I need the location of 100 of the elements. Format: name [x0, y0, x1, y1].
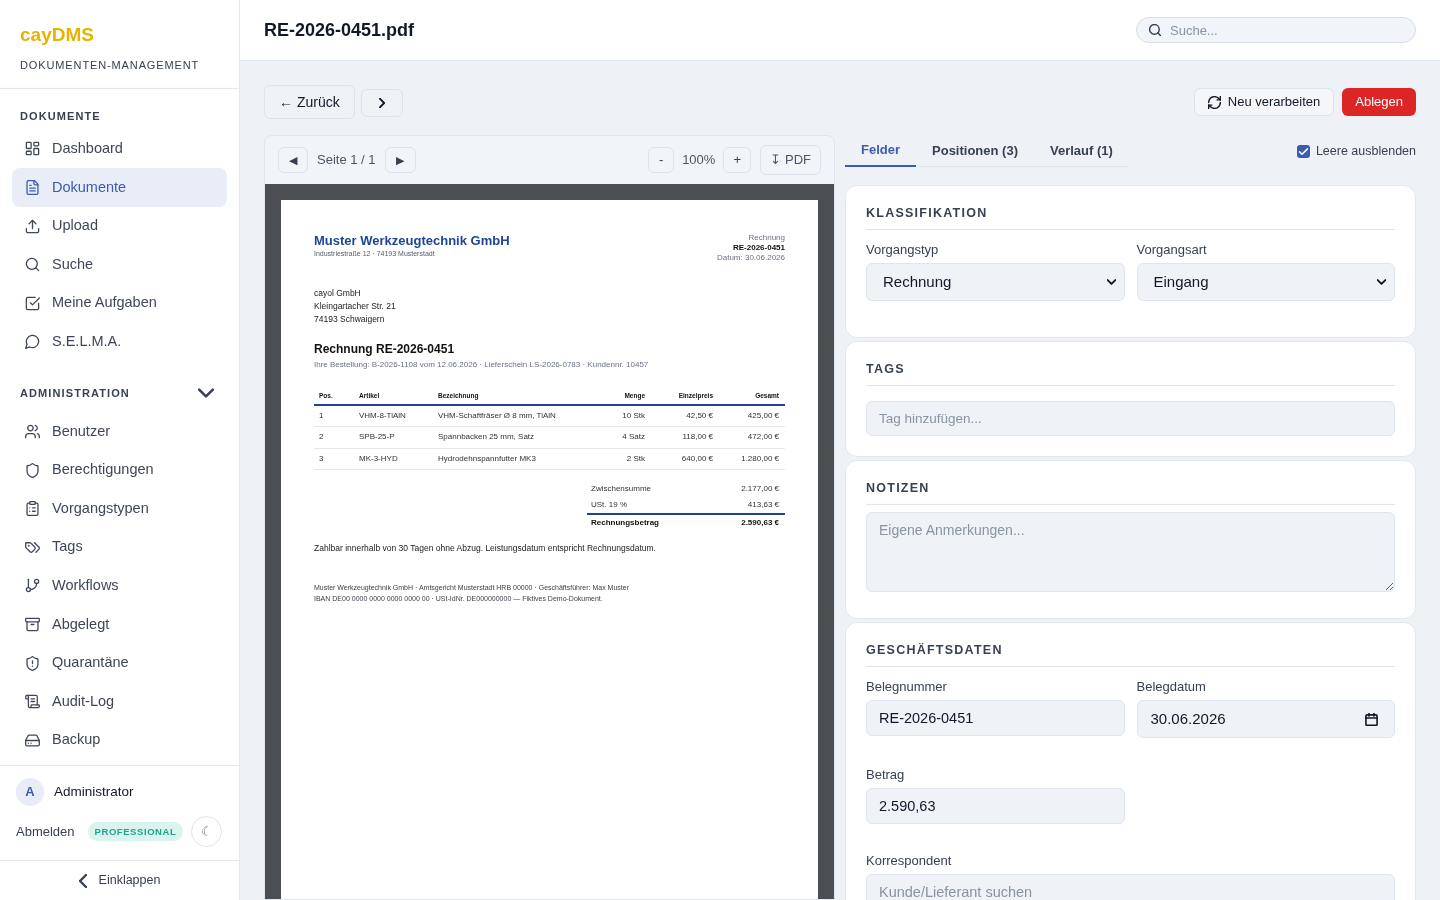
total-value: 2.177,00 € — [741, 483, 779, 495]
tab[interactable]: Positionen (3) — [916, 135, 1034, 167]
invoice-heading: Rechnung RE-2026-0451 — [314, 342, 456, 357]
text-field[interactable]: RE-2026-0451 — [866, 700, 1125, 736]
field-label: Korrespondent — [866, 852, 953, 869]
notes-field[interactable]: Eigene Anmerkungen... — [866, 512, 1395, 592]
nav-item[interactable]: Berechtigungen — [12, 450, 227, 490]
download-button[interactable]: ↧ PDF — [760, 145, 821, 175]
total-value: 413,63 € — [747, 499, 779, 511]
payment-note: Zahlbar innerhalb von 30 Tagen ohne Abzug. Leistungsdatum entspricht Rechnungsdatum. — [314, 542, 657, 554]
chevron-down-icon — [1106, 279, 1116, 285]
zoom-out-button[interactable]: - — [648, 147, 675, 173]
table-cell: 3 — [314, 448, 354, 470]
page-indicator: Seite 1 / 1 — [317, 151, 376, 170]
field-label: Vorgangsart — [1136, 241, 1208, 258]
secondary-button[interactable]: Neu verarbeiten — [1193, 88, 1335, 116]
search-field[interactable]: Kunde/Lieferant suchen — [866, 874, 1395, 900]
shield-icon — [25, 462, 40, 478]
next-button[interactable] — [360, 89, 403, 117]
checkbox[interactable] — [1296, 144, 1310, 158]
archive-box-icon — [25, 616, 40, 632]
back-button[interactable]: ← Zurück — [264, 85, 355, 119]
scroll-icon — [25, 694, 40, 710]
table-cell: SPB-25-P — [354, 426, 433, 448]
nav-item[interactable]: Suche — [12, 245, 227, 284]
nav-item[interactable]: Backup — [12, 720, 227, 760]
tags-icon — [25, 539, 40, 555]
theme-toggle-button[interactable]: ☾ — [191, 816, 222, 847]
logout-link[interactable]: Abmelden — [16, 821, 75, 842]
total-label: USt. 19 % — [591, 499, 627, 511]
document-date: Datum: 30.06.2026 — [716, 253, 785, 263]
nav-item[interactable]: Abgelegt — [12, 605, 227, 644]
table-cell: VHM-8-TiAlN — [354, 405, 433, 427]
grid-icon — [25, 141, 40, 157]
tab[interactable]: Felder — [845, 135, 916, 167]
nav-item[interactable]: Meine Aufgaben — [12, 283, 227, 323]
table-cell: MK-3-HYD — [354, 448, 433, 470]
table-cell: 42,50 € — [651, 405, 719, 427]
table-cell: 2 Stk — [591, 448, 651, 470]
table-cell: 2 — [314, 426, 354, 448]
users-icon — [25, 423, 40, 439]
total-label: Rechnungsbetrag — [591, 516, 659, 529]
calendar-icon — [1365, 712, 1378, 726]
chevron-down-icon — [1377, 279, 1386, 285]
search-field[interactable]: Suche... — [1136, 17, 1416, 43]
document-title: RE-2026-0451.pdf — [264, 18, 415, 42]
zoom-in-button[interactable]: + — [723, 147, 752, 173]
card-title: GESCHÄFTSDATEN — [866, 643, 1395, 667]
tick-icon — [1298, 146, 1308, 156]
nav-item[interactable]: Vorgangstypen — [12, 489, 227, 528]
text-field[interactable]: 2.590,63 — [866, 788, 1125, 824]
section-heading: ADMINISTRATION — [20, 386, 130, 401]
refresh-icon — [1207, 95, 1221, 109]
previous-page-button[interactable]: ◀ — [278, 147, 308, 173]
tag-input[interactable]: Tag hinzufügen... — [866, 401, 1395, 436]
search-icon — [25, 257, 40, 273]
table-cell: 4 Satz — [591, 426, 651, 448]
nav-item[interactable]: Dokumente — [12, 168, 227, 207]
section-heading: DOKUMENTE — [20, 109, 101, 123]
card-title: NOTIZEN — [866, 481, 1395, 505]
date-field[interactable]: 30.06.2026 — [1136, 700, 1395, 738]
table-cell: Spannbacken 25 mm, Satz — [433, 426, 591, 448]
chat-bubble-icon — [25, 334, 40, 350]
table-cell: 472,00 € — [719, 426, 785, 448]
zoom-level: 100% — [682, 151, 716, 170]
recipient-line: 74193 Schwaigern — [314, 313, 386, 326]
nav-item[interactable]: S.E.L.M.A. — [12, 322, 227, 362]
document-number: RE-2026-0451 — [732, 243, 785, 253]
field-label: Vorgangstyp — [866, 241, 940, 258]
search-icon — [1149, 24, 1161, 36]
nav-item[interactable]: Tags — [12, 527, 227, 567]
nav-item[interactable]: Benutzer — [12, 412, 227, 451]
order-reference: Ihre Bestellung: B-2026-1108 vom 12.06.2026 · Lieferschein LS-2026-0783 · Kundennr. 10457 — [314, 359, 650, 370]
field-label: Belegdatum — [1136, 678, 1207, 695]
dropdown[interactable]: Rechnung — [866, 263, 1125, 301]
table-cell: 640,00 € — [651, 448, 719, 470]
logo: cayDMS — [20, 23, 95, 47]
field-label: Betrag — [866, 766, 906, 783]
nav-item[interactable]: Upload — [12, 206, 227, 246]
total-label: Zwischensumme — [591, 483, 651, 495]
nav-item[interactable]: Workflows — [12, 566, 227, 606]
primary-button[interactable]: Ablegen — [1342, 88, 1416, 116]
chevron-right-icon — [378, 98, 385, 108]
document-type: Rechnung — [748, 233, 785, 243]
upload-icon — [25, 218, 40, 234]
plan-badge: PROFESSIONAL — [87, 822, 184, 841]
table-cell: 118,00 € — [651, 426, 719, 448]
dropdown[interactable]: Eingang — [1136, 263, 1395, 301]
clipboard-icon — [25, 501, 40, 517]
nav-item[interactable]: Dashboard — [12, 129, 227, 169]
tab[interactable]: Verlauf (1) — [1033, 135, 1129, 167]
field-label: Belegnummer — [866, 678, 948, 695]
recipient-line: cayol GmbH — [314, 287, 362, 300]
checkbox-label: Leere ausblenden — [1315, 142, 1416, 160]
branch-icon — [25, 578, 40, 594]
nav-item[interactable]: Audit-Log — [12, 682, 227, 721]
nav-item[interactable]: Quarantäne — [12, 643, 227, 683]
total-value: 2.590,63 € — [741, 516, 779, 529]
shield-exclamation-icon — [25, 655, 40, 671]
next-page-button[interactable]: ▶ — [384, 147, 416, 173]
